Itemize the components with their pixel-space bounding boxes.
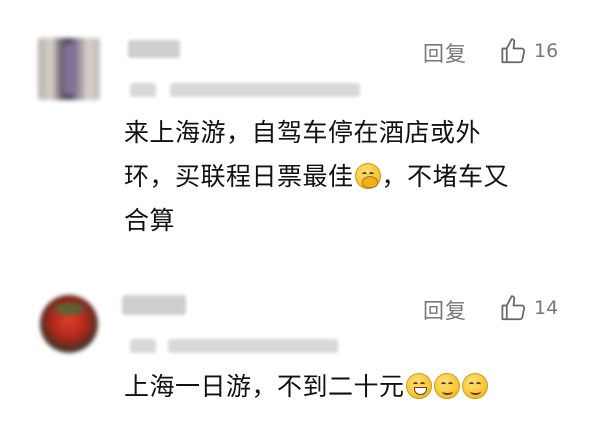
like-button[interactable]: 14 <box>498 293 558 323</box>
meta-blurred <box>130 83 156 97</box>
like-button[interactable]: 16 <box>498 36 558 66</box>
comment-text-line: 环，买联程日票最佳 ，不堵车又 <box>124 162 510 191</box>
reply-button[interactable]: 回复 <box>423 295 467 325</box>
meta-blurred <box>130 339 156 353</box>
meta-blurred <box>168 339 338 353</box>
thumbs-up-icon <box>501 38 526 64</box>
meta-blurred <box>170 83 360 97</box>
username-blurred[interactable] <box>122 295 186 315</box>
reply-button[interactable]: 回复 <box>423 38 467 68</box>
comment-item: 回复 14 上海一日游，不到二十元 <box>0 275 600 440</box>
avatar[interactable] <box>38 38 100 100</box>
comment-text: 来上海游，自驾车停在酒店或外 环，买联程日票最佳 ，不堵车又 合算 <box>124 111 509 243</box>
like-count: 16 <box>534 40 559 62</box>
pinched-fingers-emoji <box>354 163 381 189</box>
grinning-squinting-emoji <box>405 373 432 399</box>
like-count: 14 <box>534 297 559 319</box>
comment-text-line: 来上海游，自驾车停在酒店或外 <box>124 118 482 147</box>
comment-text-line: 合算 <box>124 206 176 235</box>
thumbs-up-icon <box>501 295 526 321</box>
smiling-face-emoji <box>461 373 488 399</box>
comment-text: 上海一日游，不到二十元 <box>124 365 489 409</box>
avatar[interactable] <box>40 295 98 353</box>
comment-item: 回复 16 来上海游，自驾车停在酒店或外 环，买联程日票最佳 ，不堵车又 合算 <box>0 0 600 260</box>
username-blurred[interactable] <box>128 40 180 58</box>
smiling-face-emoji <box>433 373 460 399</box>
